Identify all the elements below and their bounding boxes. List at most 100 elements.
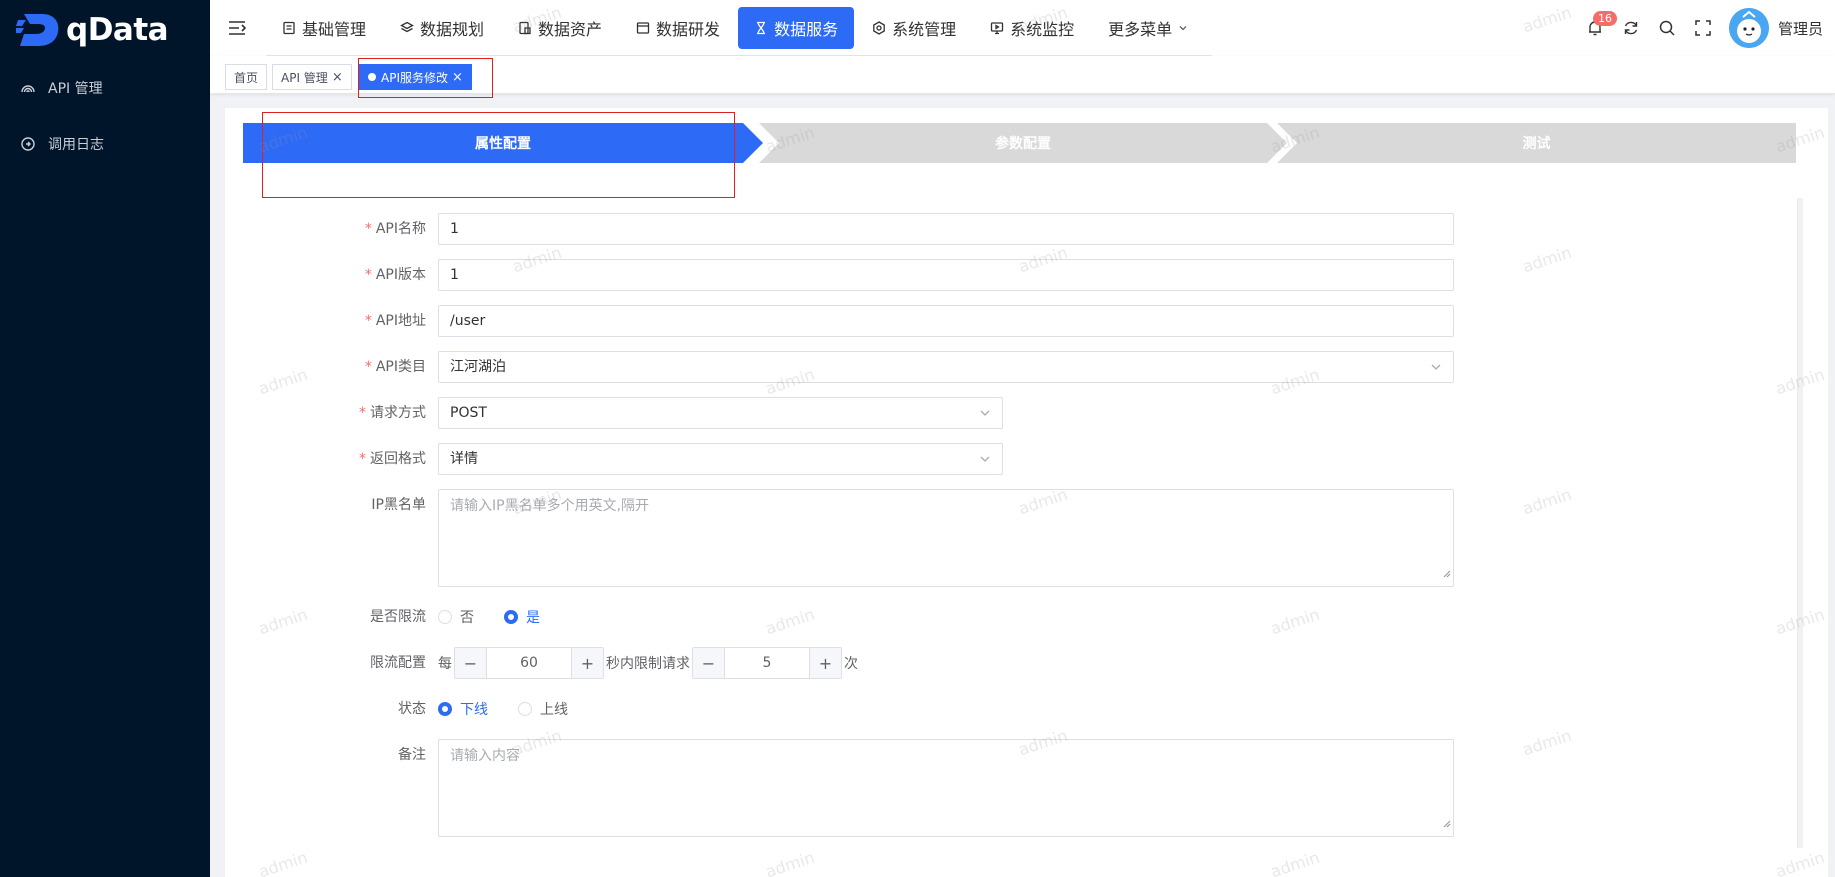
chevron-down-icon (1430, 361, 1442, 377)
tag-api-service-edit[interactable]: API服务修改 × (359, 64, 472, 90)
sidebar-item-api-manage[interactable]: API 管理 (0, 60, 210, 116)
collapse-menu-icon[interactable] (226, 17, 248, 39)
rate-limit-label: 是否限流 (370, 609, 426, 625)
nav-item-system-monitor[interactable]: 系统监控 (974, 7, 1090, 49)
tag-api-manage[interactable]: API 管理 × (272, 64, 352, 90)
form-row-api-path: * API地址 /user (280, 305, 1480, 337)
step-label: 测试 (1522, 136, 1551, 152)
step-attribute-config[interactable]: 属性配置 (243, 123, 763, 163)
request-method-label: * 请求方式 (359, 405, 426, 421)
remark-placeholder: 请输入内容 (450, 748, 520, 764)
api-version-input[interactable]: 1 (438, 259, 1454, 291)
form-row-return-format: * 返回格式 详情 (280, 443, 1480, 475)
resize-handle-icon[interactable] (1443, 564, 1451, 584)
fullscreen-icon[interactable] (1685, 10, 1721, 46)
limit-config-label: 限流配置 (370, 655, 426, 671)
nav-label: 数据规划 (420, 19, 485, 39)
count-plus-button[interactable]: + (809, 648, 841, 678)
ip-blacklist-label: IP黑名单 (371, 497, 426, 513)
status-label: 状态 (398, 701, 426, 717)
close-icon[interactable]: × (332, 70, 343, 85)
refresh-icon[interactable] (1613, 10, 1649, 46)
nav-label: 系统监控 (1010, 19, 1075, 39)
tag-label: API服务修改 (381, 70, 448, 85)
seconds-minus-button[interactable]: − (455, 648, 487, 678)
rate-limit-radio-group: 否 是 (438, 601, 570, 633)
search-icon[interactable] (1649, 10, 1685, 46)
rate-limit-yes-radio[interactable]: 是 (504, 607, 540, 627)
count-minus-button[interactable]: − (693, 648, 725, 678)
resize-handle-icon[interactable] (1443, 814, 1451, 834)
steps-bar: 属性配置 参数配置 测试 (243, 123, 1796, 163)
seconds-plus-button[interactable]: + (571, 648, 603, 678)
avatar[interactable] (1728, 8, 1769, 48)
seconds-stepper[interactable]: − 60 + (454, 647, 604, 679)
logo[interactable]: qData (0, 0, 210, 60)
step-param-config[interactable]: 参数配置 (759, 123, 1287, 163)
top-navbar: 基础管理 数据规划 数据资产 数据研发 数据服务 系统管理 系统监控 更多菜单 (210, 0, 1835, 56)
close-icon[interactable]: × (452, 70, 463, 85)
qdata-logo-icon (16, 12, 62, 48)
nav-item-more-menu[interactable]: 更多菜单 (1092, 7, 1204, 49)
active-dot-icon (368, 73, 376, 81)
limit-suffix-text: 次 (844, 656, 858, 672)
api-path-label: * API地址 (364, 313, 426, 329)
layers-icon (400, 21, 414, 35)
status-radio-group: 下线 上线 (438, 693, 598, 725)
base-manage-icon (282, 21, 296, 35)
form-row-ip-blacklist: IP黑名单 请输入IP黑名单多个用英文,隔开 (280, 489, 1480, 587)
count-value[interactable]: 5 (725, 655, 809, 671)
status-offline-radio[interactable]: 下线 (438, 699, 488, 719)
nav-label: 基础管理 (302, 19, 367, 39)
status-online-radio[interactable]: 上线 (518, 699, 568, 719)
nav-label: 更多菜单 (1108, 19, 1173, 39)
return-format-label: * 返回格式 (359, 451, 426, 467)
chevron-down-icon (979, 407, 991, 423)
nav-label: 数据服务 (774, 19, 839, 39)
nav-item-system-manage[interactable]: 系统管理 (856, 7, 972, 49)
api-name-input[interactable]: 1 (438, 213, 1454, 245)
return-format-value: 详情 (438, 443, 1003, 475)
settings-icon (872, 20, 886, 35)
limit-middle-text: 秒内限制请求 (606, 656, 690, 672)
nav-item-data-planning[interactable]: 数据规划 (384, 7, 500, 49)
nav-item-data-dev[interactable]: 数据研发 (620, 7, 736, 49)
nav-label: 数据资产 (538, 19, 603, 39)
count-stepper[interactable]: − 5 + (692, 647, 842, 679)
nav-item-data-assets[interactable]: 数据资产 (502, 7, 618, 49)
return-format-select[interactable]: 详情 (438, 443, 1003, 475)
step-test[interactable]: 测试 (1277, 123, 1796, 163)
form-row-api-name: * API名称 1 (280, 213, 1480, 245)
seconds-value[interactable]: 60 (487, 655, 571, 671)
scrollbar[interactable] (1797, 198, 1803, 848)
notification-bell-icon[interactable]: 16 (1577, 10, 1617, 46)
nav-label: 系统管理 (892, 19, 957, 39)
asset-icon (518, 21, 532, 35)
api-path-input[interactable]: /user (438, 305, 1454, 337)
remark-label: 备注 (398, 747, 426, 763)
nav-item-data-service[interactable]: 数据服务 (738, 6, 855, 49)
form-row-api-category: * API类目 江河湖泊 (280, 351, 1480, 383)
nav-item-base-manage[interactable]: 基础管理 (266, 7, 382, 49)
sidebar-item-label: API 管理 (48, 81, 103, 97)
hourglass-icon (754, 21, 768, 35)
rate-limit-no-radio[interactable]: 否 (438, 607, 474, 627)
log-icon (20, 136, 36, 152)
ip-blacklist-textarea[interactable]: 请输入IP黑名单多个用英文,隔开 (438, 489, 1454, 587)
form-row-api-version: * API版本 1 (280, 259, 1480, 291)
chevron-down-icon (979, 453, 991, 469)
remark-textarea[interactable]: 请输入内容 (438, 739, 1454, 837)
form-row-request-method: * 请求方式 POST (280, 397, 1480, 429)
limit-config-group: 每 − 60 + 秒内限制请求 − 5 + 次 (438, 647, 858, 679)
tag-home[interactable]: 首页 (225, 64, 268, 90)
tag-label: API 管理 (281, 70, 328, 85)
request-method-select[interactable]: POST (438, 397, 1003, 429)
monitor-icon (990, 21, 1004, 35)
sidebar-item-call-log[interactable]: 调用日志 (0, 116, 210, 172)
api-icon (20, 80, 36, 96)
step-label: 参数配置 (995, 136, 1051, 152)
api-version-label: * API版本 (364, 267, 426, 283)
sidebar: qData API 管理 调用日志 (0, 0, 210, 877)
api-category-select[interactable]: 江河湖泊 (438, 351, 1454, 383)
username[interactable]: 管理员 (1778, 18, 1823, 39)
